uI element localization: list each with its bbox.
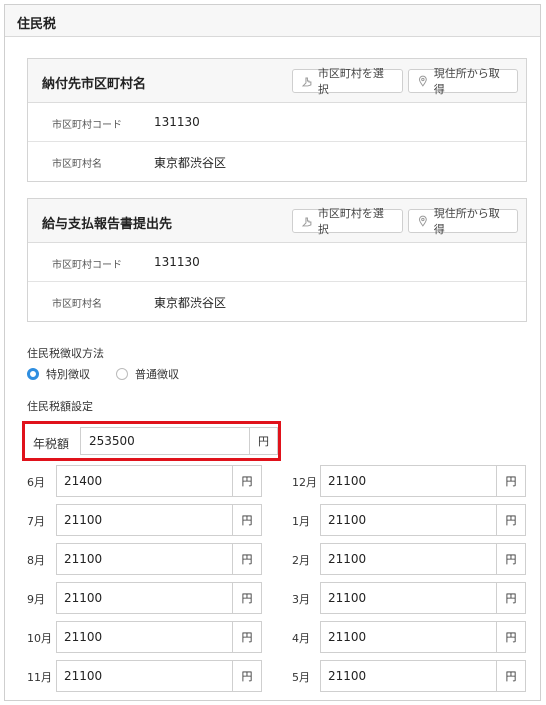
month-amount-value: 21100 [328,591,367,605]
card-header: 納付先市区町村名 市区町村を選択 現住所から取得 [28,59,526,103]
get-from-current-address-label: 現住所から取得 [433,207,500,236]
panel-title: 住民税 [17,17,57,32]
radio-special-collection[interactable]: 特別徴収 [27,366,90,382]
month-amount-input[interactable]: 21100 円 [320,582,526,614]
select-municipality-label: 市区町村を選択 [317,67,384,96]
month-amount-input[interactable]: 21100 円 [320,660,526,692]
municipality-code-row: 市区町村コード 131130 [28,243,526,282]
yen-unit: 円 [496,544,525,574]
report-municipality-card: 給与支払報告書提出先 市区町村を選択 現住所から取得 市区町村コード 13113… [27,198,527,322]
hand-pointer-icon [301,217,312,227]
card-title: 給与支払報告書提出先 [42,217,173,232]
radio-checked-indicator [27,368,39,380]
municipality-code-label: 市区町村コード [52,120,122,131]
yen-unit: 円 [496,661,525,691]
month-amount-value: 21100 [328,552,367,566]
municipality-name-value: 東京都渋谷区 [154,156,227,170]
collection-method-radio-group: 特別徴収 普通徴収 [27,366,205,382]
hand-pointer-icon [301,77,312,87]
card-title: 納付先市区町村名 [42,77,147,92]
municipality-code-value: 131130 [154,115,200,129]
collection-method-label: 住民税徴収方法 [27,347,104,360]
get-from-current-address-button[interactable]: 現住所から取得 [408,207,518,236]
get-from-current-address-button[interactable]: 現住所から取得 [408,67,518,96]
yen-unit: 円 [249,428,277,454]
map-pin-icon [418,75,427,87]
month-amount-input[interactable]: 21100 円 [320,504,526,536]
municipality-code-row: 市区町村コード 131130 [28,103,526,142]
month-label: 2月 [292,554,310,567]
card-header: 給与支払報告書提出先 市区町村を選択 現住所から取得 [28,199,526,243]
municipality-name-row: 市区町村名 東京都渋谷区 [28,142,526,181]
month-amount-value: 21100 [328,513,367,527]
municipality-name-label: 市区町村名 [52,159,102,170]
month-amount-input[interactable]: 21100 円 [320,621,526,653]
month-amount-value: 21100 [328,474,367,488]
month-row: 5月 21100 円 [5,660,540,692]
month-label: 5月 [292,671,310,684]
resident-tax-panel: 住民税 納付先市区町村名 市区町村を選択 現住所から取得 市区町村コード 131… [4,4,541,701]
annual-tax-value: 253500 [89,434,135,448]
panel-header: 住民税 [5,5,540,37]
month-row: 3月 21100 円 [5,582,540,614]
get-from-current-address-label: 現住所から取得 [433,67,500,96]
radio-normal-collection[interactable]: 普通徴収 [116,366,179,382]
amount-setting-label: 住民税額設定 [27,400,93,413]
annual-tax-label: 年税額 [33,437,70,451]
municipality-code-label: 市区町村コード [52,260,122,271]
payment-municipality-card: 納付先市区町村名 市区町村を選択 現住所から取得 市区町村コード 131130 … [27,58,527,182]
month-label: 1月 [292,515,310,528]
month-label: 4月 [292,632,310,645]
month-row: 12月 21100 円 [5,465,540,497]
month-row: 2月 21100 円 [5,543,540,575]
map-pin-icon [418,215,427,227]
select-municipality-button[interactable]: 市区町村を選択 [292,67,403,96]
month-label: 3月 [292,593,310,606]
yen-unit: 円 [496,505,525,535]
select-municipality-label: 市区町村を選択 [317,207,384,236]
yen-unit: 円 [496,466,525,496]
radio-normal-collection-label: 普通徴収 [135,368,179,381]
annual-tax-highlight: 年税額 253500 円 [22,421,281,461]
month-amount-value: 21100 [328,669,367,683]
municipality-code-value: 131130 [154,255,200,269]
month-row: 1月 21100 円 [5,504,540,536]
month-amount-value: 21100 [328,630,367,644]
municipality-name-label: 市区町村名 [52,299,102,310]
radio-special-collection-label: 特別徴収 [46,368,90,381]
yen-unit: 円 [496,583,525,613]
radio-unchecked-indicator [116,368,128,380]
select-municipality-button[interactable]: 市区町村を選択 [292,207,403,236]
municipality-name-value: 東京都渋谷区 [154,296,227,310]
month-label: 12月 [292,476,317,489]
month-amount-input[interactable]: 21100 円 [320,465,526,497]
month-amount-input[interactable]: 21100 円 [320,543,526,575]
annual-tax-input[interactable]: 253500 円 [80,427,278,455]
yen-unit: 円 [496,622,525,652]
month-row: 4月 21100 円 [5,621,540,653]
municipality-name-row: 市区町村名 東京都渋谷区 [28,282,526,321]
